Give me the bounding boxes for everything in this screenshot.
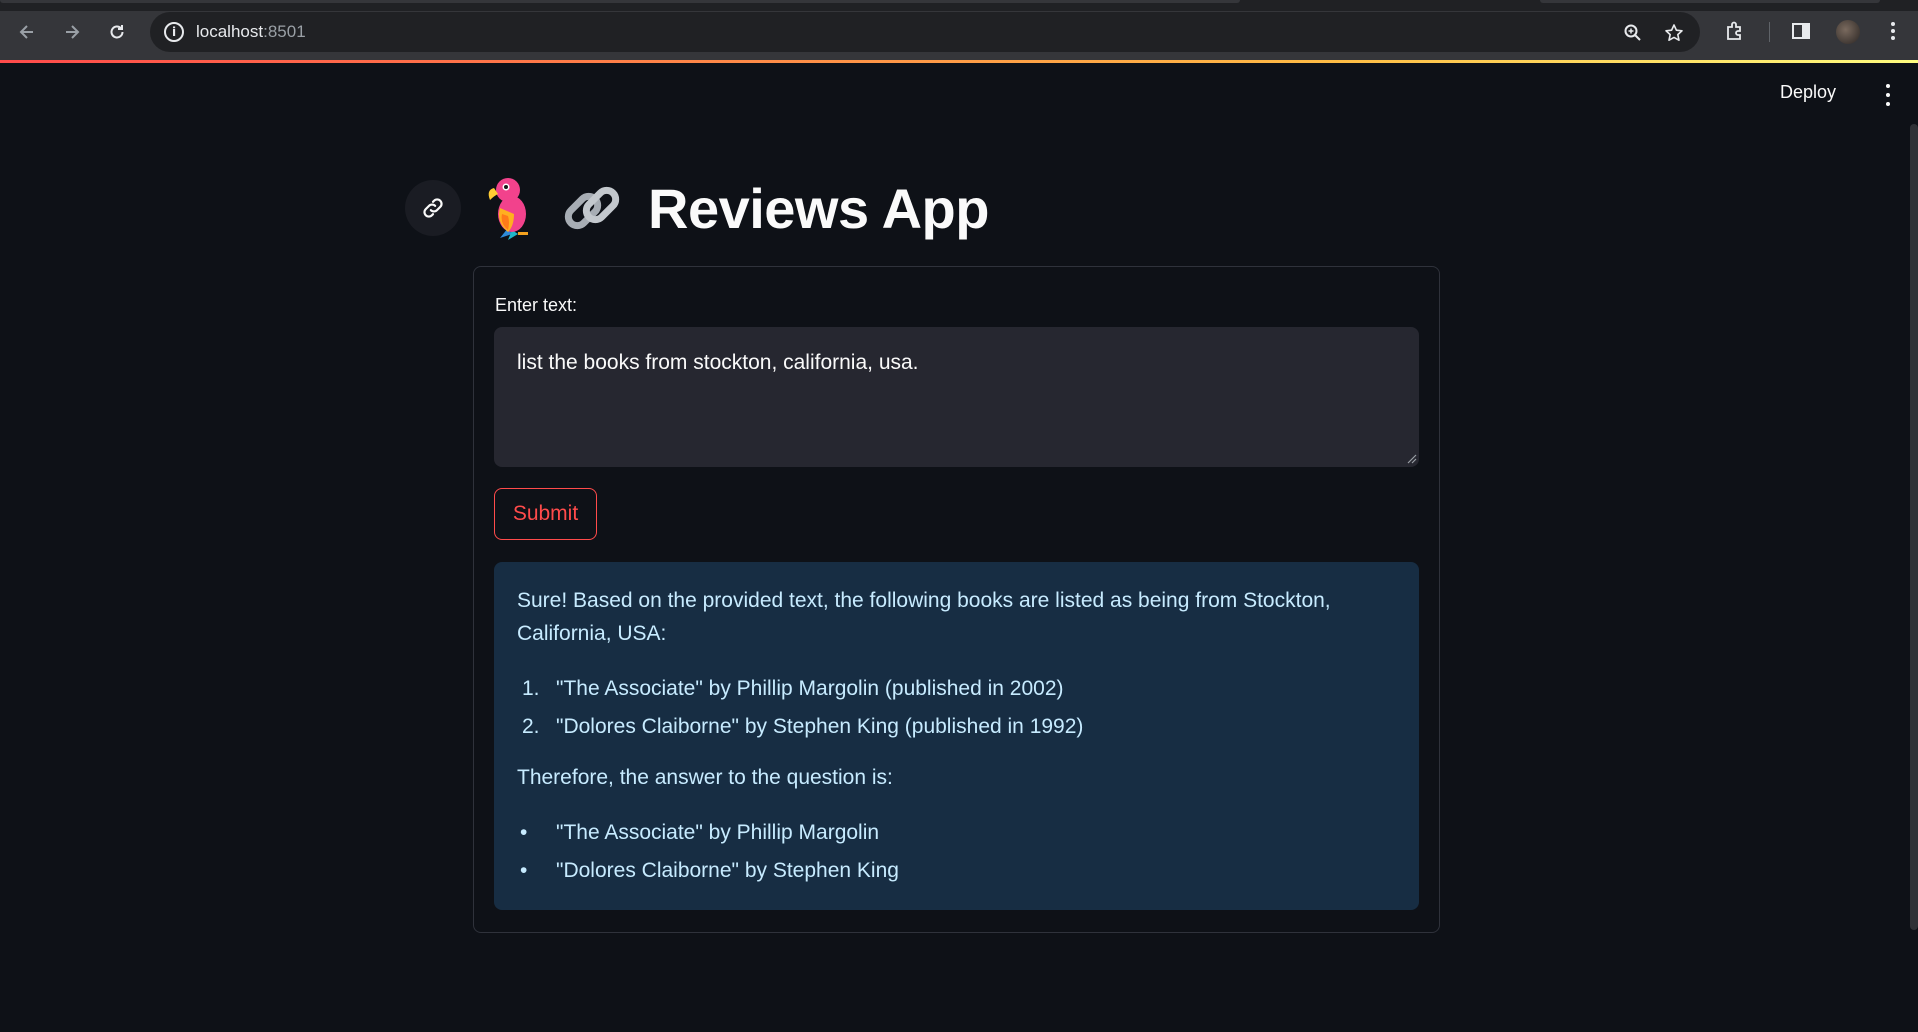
active-tab-edge <box>0 0 1240 3</box>
chrome-menu-icon[interactable] <box>1880 18 1906 44</box>
side-panel-icon[interactable] <box>1788 18 1814 44</box>
list-item-text: "Dolores Claiborne" by Stephen King <box>556 859 899 882</box>
parrot-icon <box>488 178 528 240</box>
reload-icon[interactable] <box>102 17 132 47</box>
response-box: Sure! Based on the provided text, the fo… <box>494 562 1419 910</box>
bullet-marker: • <box>520 859 528 882</box>
list-item-text: "The Associate" by Phillip Margolin <box>556 821 880 844</box>
tab-edge <box>1540 0 1880 3</box>
list-marker: 2. <box>522 715 540 738</box>
forward-icon[interactable] <box>57 17 87 47</box>
url-text[interactable]: localhost:8501 <box>196 22 306 42</box>
list-item-text: "The Associate" by Phillip Margolin (pub… <box>556 677 1064 700</box>
list-item: 1. "The Associate" by Phillip Margolin (p… <box>517 672 1396 710</box>
page-scrollbar[interactable] <box>1910 124 1918 930</box>
page-title: Reviews App <box>478 172 989 244</box>
extensions-icon[interactable] <box>1722 18 1748 44</box>
app-title: Reviews App <box>648 176 989 240</box>
deploy-button[interactable]: Deploy <box>1780 82 1836 103</box>
url-port: :8501 <box>263 22 306 41</box>
text-input-area[interactable]: list the books from stockton, california… <box>494 327 1419 467</box>
tab-strip <box>0 0 1918 11</box>
input-form: Enter text: list the books from stockton… <box>473 266 1440 933</box>
site-info-icon[interactable]: i <box>164 22 184 42</box>
resize-handle-icon[interactable] <box>1407 454 1417 464</box>
address-bar[interactable]: i localhost:8501 <box>150 12 1700 52</box>
bullet-list: • "The Associate" by Phillip Margolin • "D… <box>517 816 1396 892</box>
list-item: • "Dolores Claiborne" by Stephen King <box>517 854 1396 892</box>
list-item: • "The Associate" by Phillip Margolin <box>517 816 1396 854</box>
text-input-label: Enter text: <box>495 295 578 315</box>
list-item-text: "Dolores Claiborne" by Stephen King (pub… <box>556 715 1084 738</box>
zoom-icon[interactable] <box>1622 22 1644 44</box>
response-intro: Sure! Based on the provided text, the fo… <box>517 589 1331 645</box>
profile-avatar[interactable] <box>1836 20 1860 44</box>
list-marker: 1. <box>522 677 540 700</box>
app-header-decoration <box>0 60 1918 63</box>
list-item: 2. "Dolores Claiborne" by Stephen King (p… <box>517 710 1396 748</box>
bookmark-star-icon[interactable] <box>1663 22 1685 44</box>
main-menu-icon[interactable] <box>1880 84 1896 106</box>
numbered-list: 1. "The Associate" by Phillip Margolin (p… <box>517 672 1396 748</box>
browser-toolbar: i localhost:8501 <box>0 0 1918 62</box>
chain-link-icon <box>564 186 620 230</box>
submit-button[interactable]: Submit <box>494 488 597 540</box>
url-host: localhost <box>196 22 264 41</box>
response-conclusion: Therefore, the answer to the question is… <box>517 766 893 789</box>
toolbar-divider <box>1769 22 1770 42</box>
back-icon[interactable] <box>12 17 42 47</box>
bullet-marker: • <box>520 821 528 844</box>
header-anchor-link-icon[interactable] <box>405 180 461 236</box>
